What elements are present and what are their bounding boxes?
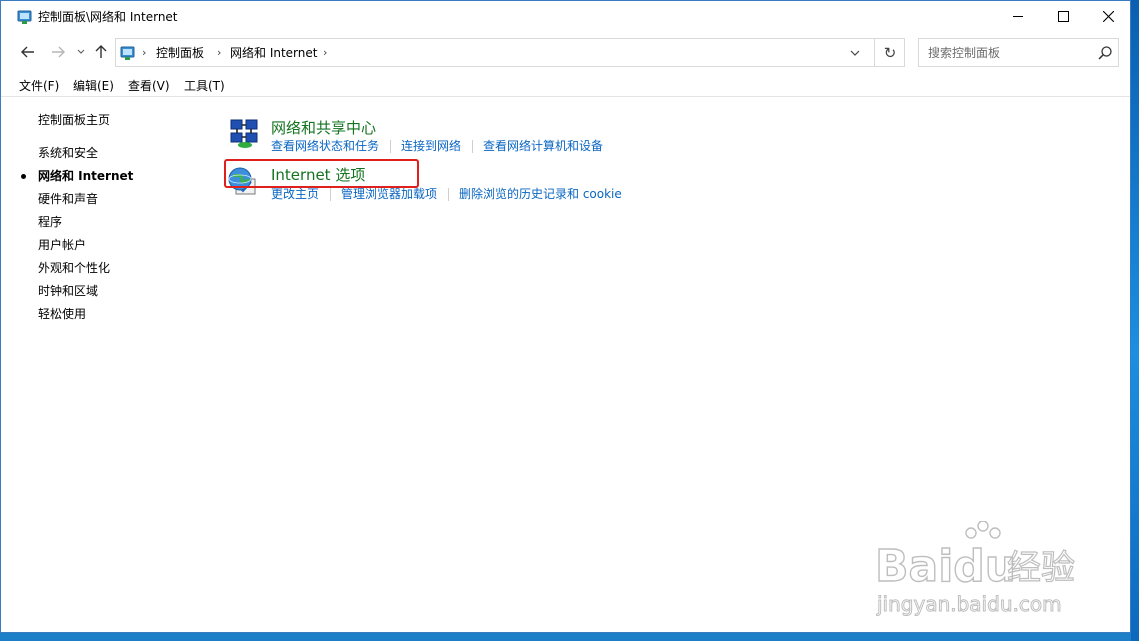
menu-view[interactable]: 查看(V) [128,78,170,94]
link-divider [448,188,449,201]
baidu-jingyan-watermark: Baidu 经验 jingyan.baidu.com [875,521,1076,616]
sidebar-item-user-accounts[interactable]: 用户帐户 [38,237,86,253]
menu-edit[interactable]: 编辑(E) [73,78,114,94]
sidebar-item-appearance[interactable]: 外观和个性化 [38,260,110,276]
control-panel-icon [17,10,32,24]
link-divider [390,140,391,153]
sidebar-item-hardware-sound[interactable]: 硬件和声音 [38,191,98,207]
maximize-button[interactable] [1041,1,1086,31]
watermark-brand: Baidu [875,541,1016,592]
address-bar[interactable]: › 控制面板 › 网络和 Internet › ↻ [115,38,905,67]
breadcrumb-control-panel[interactable]: 控制面板 [156,45,204,61]
control-panel-window: 控制面板\网络和 Internet › 控制面板 › 网络和 Internet [0,0,1131,633]
menu-file[interactable]: 文件(F) [19,78,59,94]
category-title-network-sharing[interactable]: 网络和共享中心 [271,118,376,138]
watermark-url: jingyan.baidu.com [876,592,1062,616]
paw-icon [965,521,1001,539]
link-change-homepage[interactable]: 更改主页 [271,186,319,202]
sidebar-item-ease-of-access[interactable]: 轻松使用 [38,306,86,322]
window-title: 控制面板\网络和 Internet [38,10,178,24]
chevron-down-icon [850,50,860,56]
forward-button[interactable] [49,41,67,63]
link-connect-to-network[interactable]: 连接到网络 [401,138,461,154]
breadcrumb-separator-icon[interactable]: › [142,46,146,60]
link-view-network-status[interactable]: 查看网络状态和任务 [271,138,379,154]
search-box[interactable] [918,38,1119,67]
menu-tools[interactable]: 工具(T) [184,78,225,94]
maximize-icon [1058,10,1069,22]
refresh-button[interactable]: ↻ [874,38,905,67]
minimize-button[interactable] [996,1,1041,31]
link-delete-browsing-history[interactable]: 删除浏览的历史记录和 cookie [459,186,622,202]
search-icon[interactable] [1097,45,1113,61]
forward-arrow-icon [52,46,65,58]
address-dropdown-button[interactable] [843,39,867,66]
close-icon [1103,10,1114,22]
minimize-icon [1013,15,1023,17]
refresh-icon: ↻ [883,43,897,62]
up-arrow-icon [95,45,107,58]
close-button[interactable] [1086,1,1131,31]
sidebar-home[interactable]: 控制面板主页 [38,112,110,128]
link-view-network-computers[interactable]: 查看网络计算机和设备 [483,138,603,154]
network-sharing-icon[interactable] [229,117,261,149]
back-arrow-icon [21,46,34,58]
title-bar[interactable]: 控制面板\网络和 Internet [1,1,1130,33]
sidebar-item-clock-region[interactable]: 时钟和区域 [38,283,98,299]
link-manage-addons[interactable]: 管理浏览器加载项 [341,186,437,202]
search-input[interactable] [919,39,1089,66]
sidebar-item-system-security[interactable]: 系统和安全 [38,145,98,161]
recent-locations-button[interactable] [75,41,87,63]
sidebar-item-programs[interactable]: 程序 [38,214,62,230]
breadcrumb-separator-icon[interactable]: › [217,46,221,60]
control-panel-icon [120,46,135,60]
menu-bar: 文件(F) 编辑(E) 查看(V) 工具(T) [1,76,1130,97]
desktop-background [1131,0,1139,641]
watermark-brand-cn: 经验 [1007,548,1075,588]
link-divider [472,140,473,153]
back-button[interactable] [19,41,37,63]
sidebar-item-network-internet[interactable]: 网络和 Internet [38,168,133,184]
active-bullet [21,174,26,179]
up-button[interactable] [94,41,108,63]
link-divider [330,188,331,201]
chevron-down-icon [77,49,85,54]
highlight-annotation-box [224,159,419,188]
breadcrumb-separator-icon[interactable]: › [323,46,327,60]
breadcrumb-network-internet[interactable]: 网络和 Internet [230,45,317,61]
